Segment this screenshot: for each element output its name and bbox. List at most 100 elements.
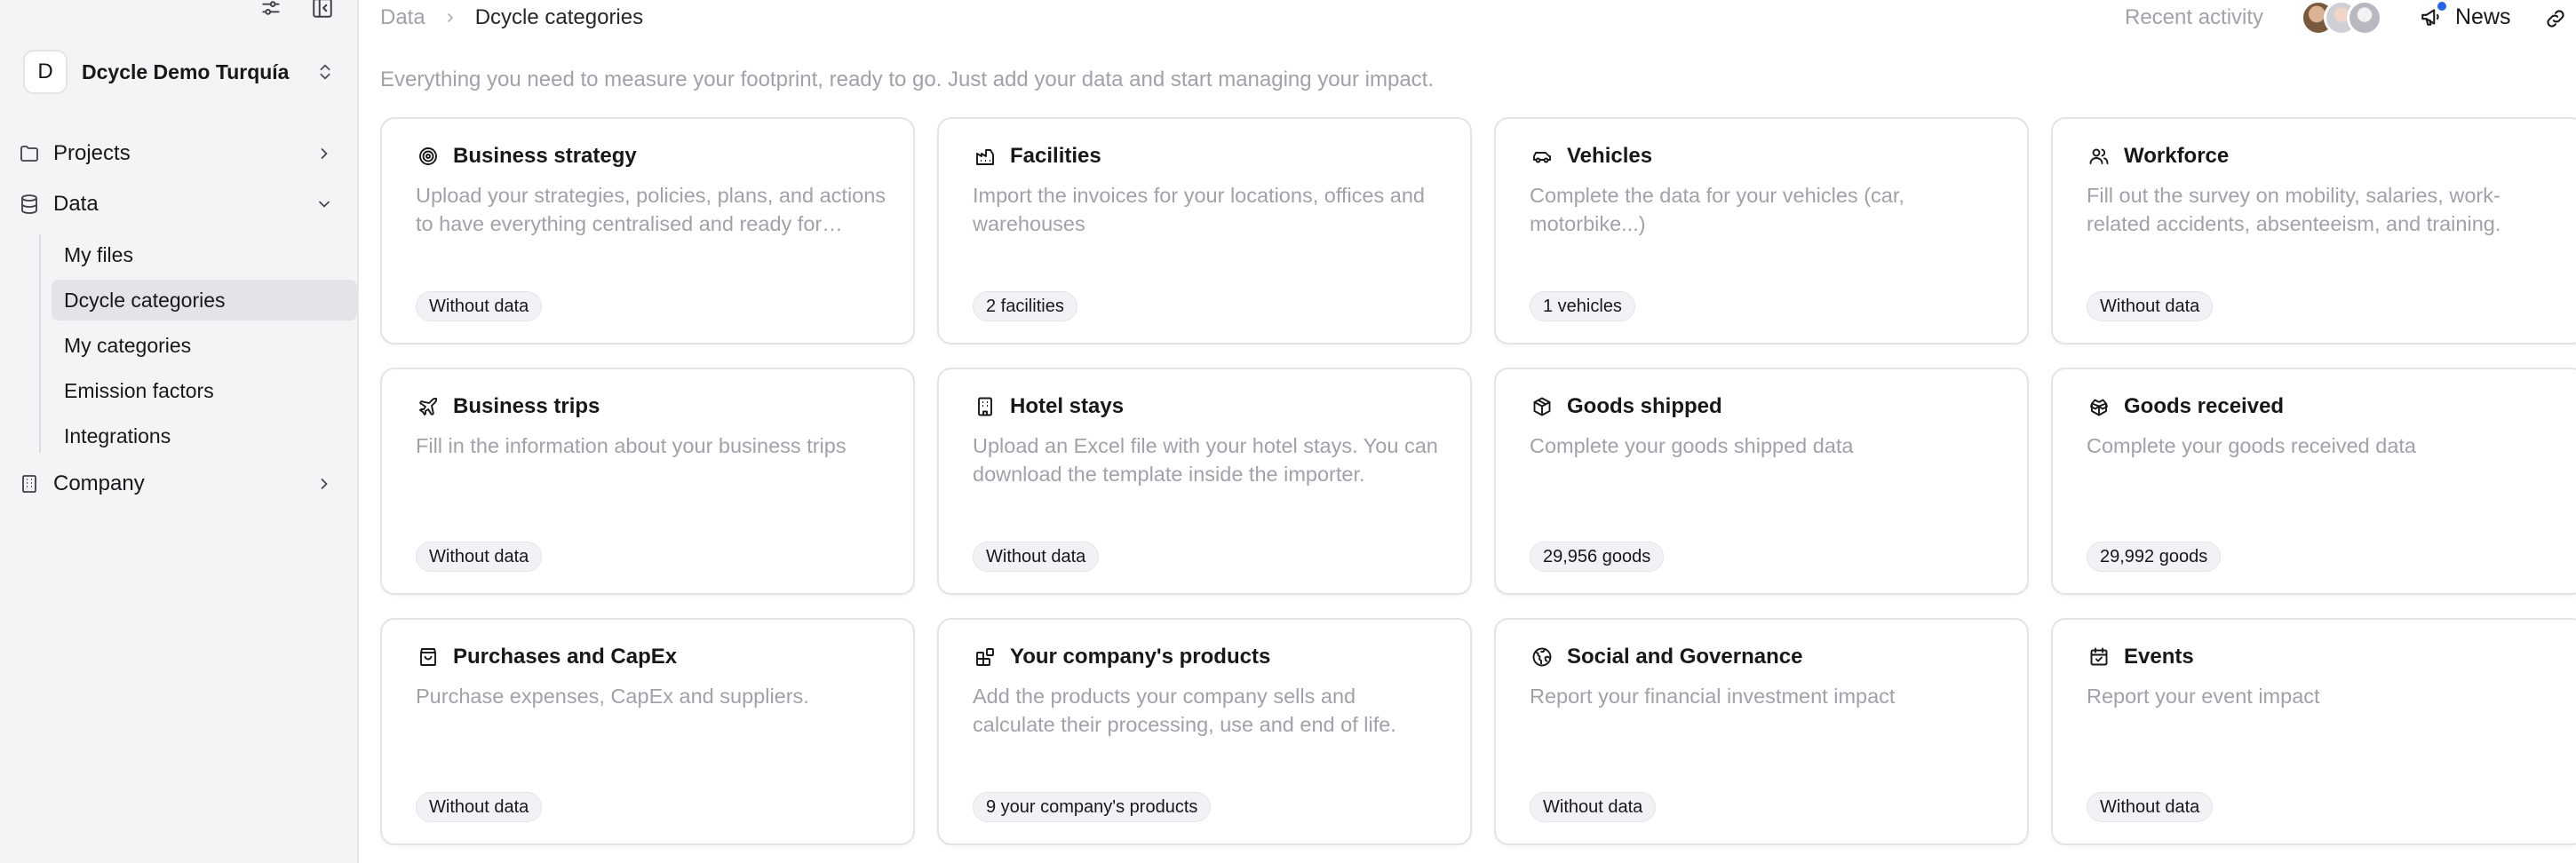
- package-open-icon: [2087, 394, 2111, 419]
- card-title: Business strategy: [453, 144, 637, 168]
- status-badge: Without data: [416, 291, 543, 321]
- sidebar-subitem-my-categories[interactable]: My categories: [52, 325, 357, 366]
- card-description: Add the products your company sells and …: [973, 685, 1396, 736]
- sidebar-item-company[interactable]: Company: [16, 463, 346, 504]
- building-icon: [18, 472, 41, 495]
- top-header: Data Dcycle categories Recent activity N…: [359, 0, 2576, 39]
- card-title: Facilities: [1010, 144, 1101, 168]
- sidebar-item-data[interactable]: Data: [16, 184, 346, 225]
- category-card-business-trips[interactable]: Business trips Fill in the information a…: [380, 368, 915, 595]
- chevron-right-icon: [441, 9, 459, 27]
- shopping-bag-icon: [416, 645, 441, 669]
- status-badge: Without data: [416, 542, 543, 572]
- category-card-events[interactable]: Events Report your event impact Without …: [2051, 618, 2576, 845]
- category-card-workforce[interactable]: Workforce Fill out the survey on mobilit…: [2051, 117, 2576, 344]
- category-card-vehicles[interactable]: Vehicles Complete the data for your vehi…: [1494, 117, 2029, 344]
- folder-icon: [18, 142, 41, 165]
- status-badge: 29,992 goods: [2087, 542, 2222, 572]
- chevron-right-icon: [313, 472, 336, 495]
- card-description: Import the invoices for your locations, …: [973, 184, 1425, 235]
- category-card-purchases-capex[interactable]: Purchases and CapEx Purchase expenses, C…: [380, 618, 915, 845]
- megaphone-icon: [2418, 2, 2446, 30]
- status-badge: 2 facilities: [973, 291, 1077, 321]
- chevrons-up-down-icon: [313, 59, 338, 84]
- hotel-icon: [973, 394, 998, 419]
- category-card-social-governance[interactable]: Social and Governance Report your financ…: [1494, 618, 2029, 845]
- card-title: Business trips: [453, 394, 600, 418]
- card-title: Purchases and CapEx: [453, 645, 678, 669]
- status-badge: 1 vehicles: [1530, 291, 1635, 321]
- link-icon[interactable]: [2540, 4, 2571, 34]
- card-description: Complete your goods received data: [2087, 434, 2416, 457]
- chevron-down-icon: [313, 193, 336, 216]
- card-description: Upload an Excel file with your hotel sta…: [973, 434, 1438, 486]
- organization-switcher[interactable]: D Dcycle Demo Turquía: [23, 50, 338, 94]
- category-card-goods-received[interactable]: Goods received Complete your goods recei…: [2051, 368, 2576, 595]
- target-icon: [416, 144, 441, 169]
- plane-icon: [416, 394, 441, 419]
- card-description: Complete your goods shipped data: [1530, 434, 1854, 457]
- sidebar-subitem-my-files[interactable]: My files: [52, 234, 357, 275]
- calendar-icon: [2087, 645, 2111, 669]
- recent-activity-link[interactable]: Recent activity: [2125, 5, 2263, 30]
- package-icon: [1530, 394, 1554, 419]
- data-subnav: My files Dcycle categories My categories…: [27, 234, 357, 456]
- breadcrumb-current: Dcycle categories: [474, 5, 644, 29]
- sidebar-subitem-integrations[interactable]: Integrations: [52, 416, 357, 456]
- chevron-right-icon: [313, 142, 336, 165]
- avatar: [2347, 0, 2382, 36]
- status-badge: 29,956 goods: [1530, 542, 1665, 572]
- sidebar: D Dcycle Demo Turquía Projects Data My f…: [0, 0, 359, 863]
- card-title: Social and Governance: [1567, 645, 1803, 669]
- status-badge: 9 your company's products: [973, 792, 1212, 822]
- card-title: Hotel stays: [1010, 394, 1125, 418]
- card-title: Workforce: [2124, 144, 2230, 168]
- org-avatar: D: [23, 50, 68, 94]
- card-title: Vehicles: [1567, 144, 1653, 168]
- sliders-icon[interactable]: [258, 0, 284, 21]
- sidebar-item-label: Data: [53, 192, 99, 216]
- status-badge: Without data: [2087, 291, 2214, 321]
- news-button[interactable]: News: [2418, 2, 2511, 30]
- page-subtitle: Everything you need to measure your foot…: [380, 67, 1435, 91]
- collaborator-avatars[interactable]: [2301, 0, 2382, 36]
- globe-icon: [1530, 645, 1554, 669]
- collapse-sidebar-icon[interactable]: [309, 0, 336, 21]
- card-description: Upload your strategies, policies, plans,…: [416, 184, 886, 235]
- card-description: Fill out the survey on mobility, salarie…: [2087, 184, 2501, 235]
- blocks-icon: [973, 645, 998, 669]
- card-title: Events: [2124, 645, 2194, 669]
- card-description: Complete the data for your vehicles (car…: [1530, 184, 1904, 235]
- card-description: Report your event impact: [2087, 685, 2320, 708]
- card-title: Goods shipped: [1567, 394, 1722, 418]
- breadcrumb: Data Dcycle categories: [380, 5, 643, 30]
- sidebar-item-label: Projects: [53, 141, 131, 165]
- org-name: Dcycle Demo Turquía: [82, 59, 290, 83]
- notification-dot: [2437, 2, 2446, 11]
- card-title: Goods received: [2124, 394, 2285, 418]
- sidebar-subitem-emission-factors[interactable]: Emission factors: [52, 370, 357, 411]
- breadcrumb-data-link[interactable]: Data: [380, 5, 425, 30]
- factory-icon: [973, 144, 998, 169]
- status-badge: Without data: [1530, 792, 1657, 822]
- card-description: Purchase expenses, CapEx and suppliers.: [416, 685, 809, 708]
- sidebar-subitem-dcycle-categories[interactable]: Dcycle categories: [52, 280, 357, 321]
- users-icon: [2087, 144, 2111, 169]
- status-badge: Without data: [416, 792, 543, 822]
- sidebar-item-projects[interactable]: Projects: [16, 133, 346, 174]
- sidebar-nav: Projects Data My files Dcycle categories…: [16, 133, 357, 514]
- car-icon: [1530, 144, 1554, 169]
- category-card-business-strategy[interactable]: Business strategy Upload your strategies…: [380, 117, 915, 344]
- card-description: Report your financial investment impact: [1530, 685, 1896, 708]
- database-icon: [18, 193, 41, 216]
- status-badge: Without data: [973, 542, 1100, 572]
- category-card-company-products[interactable]: Your company's products Add the products…: [937, 618, 1472, 845]
- sidebar-item-label: Company: [53, 471, 145, 495]
- news-label: News: [2455, 4, 2511, 29]
- status-badge: Without data: [2087, 792, 2214, 822]
- category-card-facilities[interactable]: Facilities Import the invoices for your …: [937, 117, 1472, 344]
- category-card-goods-shipped[interactable]: Goods shipped Complete your goods shippe…: [1494, 368, 2029, 595]
- category-card-hotel-stays[interactable]: Hotel stays Upload an Excel file with yo…: [937, 368, 1472, 595]
- card-title: Your company's products: [1010, 645, 1271, 669]
- sidebar-top-icons: [258, 0, 336, 21]
